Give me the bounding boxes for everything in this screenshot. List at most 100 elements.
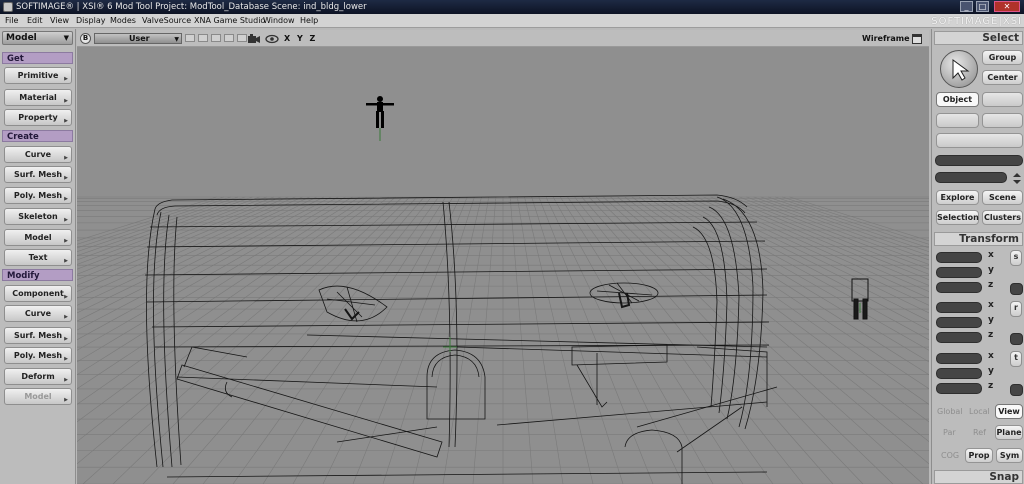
explore-button[interactable]: Explore bbox=[936, 190, 979, 205]
modify-surf-mesh-button[interactable]: Surf. Mesh ▶ bbox=[4, 327, 72, 344]
rotate-tool-button[interactable]: r bbox=[1010, 301, 1022, 317]
view-mode-button[interactable]: View bbox=[995, 404, 1023, 419]
get-material-button[interactable]: Material ▶ bbox=[4, 89, 72, 106]
eye-icon[interactable] bbox=[265, 33, 279, 45]
view-preset-slot[interactable] bbox=[185, 34, 195, 42]
select-center-button[interactable]: Center bbox=[982, 70, 1023, 85]
triangle-right-icon: ▶ bbox=[64, 98, 68, 104]
plane-mode-button[interactable]: Plane bbox=[995, 425, 1023, 440]
mode-select[interactable]: Model ▼ bbox=[2, 31, 73, 45]
menu-valvesource[interactable]: ValveSource bbox=[142, 16, 191, 26]
create-model-button[interactable]: Model ▶ bbox=[4, 229, 72, 246]
rotate-lock-toggle[interactable] bbox=[1010, 333, 1023, 345]
select-tool-button[interactable] bbox=[940, 50, 978, 88]
rotate-y-field[interactable] bbox=[936, 317, 982, 328]
hanging-prop bbox=[851, 278, 869, 320]
global-mode-option[interactable]: Global bbox=[937, 407, 963, 416]
menu-view[interactable]: View bbox=[50, 16, 69, 26]
minimize-button[interactable]: _ bbox=[960, 1, 973, 12]
viewport-letter-badge[interactable]: B bbox=[80, 33, 91, 44]
wireframe-scene[interactable] bbox=[77, 47, 929, 484]
menu-bar: File Edit View Display Modes ValveSource… bbox=[0, 14, 1024, 28]
translate-z-field[interactable] bbox=[936, 383, 982, 394]
camera-icon[interactable] bbox=[247, 33, 261, 45]
selection-name-field[interactable] bbox=[935, 155, 1023, 166]
rotate-x-label: x bbox=[988, 300, 994, 310]
view-preset-slot[interactable] bbox=[224, 34, 234, 42]
sym-button[interactable]: Sym bbox=[996, 448, 1023, 463]
selection-filter-field[interactable] bbox=[935, 172, 1007, 183]
select-filter-slot[interactable] bbox=[936, 133, 1023, 148]
button-label: Deform bbox=[21, 372, 55, 381]
create-text-button[interactable]: Text ▶ bbox=[4, 249, 72, 266]
cog-toggle[interactable]: COG bbox=[941, 451, 959, 460]
par-mode-option[interactable]: Par bbox=[943, 428, 956, 437]
clusters-button[interactable]: Clusters bbox=[982, 210, 1023, 225]
display-mode-label[interactable]: Wireframe bbox=[862, 34, 910, 43]
maximize-icon[interactable] bbox=[911, 33, 923, 45]
button-label: Curve bbox=[24, 150, 52, 159]
create-skeleton-button[interactable]: Skeleton ▶ bbox=[4, 208, 72, 225]
menu-window[interactable]: Window bbox=[263, 16, 295, 26]
rotate-x-field[interactable] bbox=[936, 302, 982, 313]
modify-curve-button[interactable]: Curve ▶ bbox=[4, 305, 72, 322]
ref-mode-option[interactable]: Ref bbox=[973, 428, 986, 437]
triangle-right-icon: ▶ bbox=[64, 118, 68, 124]
scale-x-field[interactable] bbox=[936, 252, 982, 263]
section-modify[interactable]: Modify bbox=[2, 269, 73, 281]
scale-tool-button[interactable]: s bbox=[1010, 250, 1022, 266]
spinner-arrows-icon[interactable] bbox=[1011, 172, 1023, 186]
select-panel-header[interactable]: Select bbox=[934, 31, 1023, 45]
menu-xna-game-studio[interactable]: XNA Game Studio bbox=[194, 16, 265, 26]
modify-component-button[interactable]: Component ▶ bbox=[4, 285, 72, 302]
modify-deform-button[interactable]: Deform ▶ bbox=[4, 368, 72, 385]
rotate-z-field[interactable] bbox=[936, 332, 982, 343]
local-mode-option[interactable]: Local bbox=[969, 407, 990, 416]
translate-x-field[interactable] bbox=[936, 353, 982, 364]
select-group-button[interactable]: Group bbox=[982, 50, 1023, 65]
chevron-down-icon: ▼ bbox=[174, 36, 179, 43]
camera-select[interactable]: User ▼ bbox=[94, 33, 182, 44]
select-filter-slot[interactable] bbox=[982, 113, 1023, 128]
modify-poly-mesh-button[interactable]: Poly. Mesh ▶ bbox=[4, 347, 72, 364]
select-filter-slot[interactable] bbox=[982, 92, 1023, 107]
prop-button[interactable]: Prop bbox=[965, 448, 993, 463]
selection-button[interactable]: Selection bbox=[936, 210, 979, 225]
button-label: Surf. Mesh bbox=[13, 331, 63, 340]
snap-panel-header[interactable]: Snap bbox=[934, 470, 1023, 484]
scene-button[interactable]: Scene bbox=[982, 190, 1023, 205]
modify-model-button[interactable]: Model ▶ bbox=[4, 388, 72, 405]
axis-labels[interactable]: X Y Z bbox=[284, 34, 317, 43]
cursor-arrow-icon bbox=[952, 59, 970, 81]
menu-display[interactable]: Display bbox=[76, 16, 106, 26]
view-preset-slot[interactable] bbox=[198, 34, 208, 42]
close-button[interactable]: ✕ bbox=[994, 1, 1020, 12]
menu-help[interactable]: Help bbox=[300, 16, 318, 26]
menu-edit[interactable]: Edit bbox=[27, 16, 43, 26]
get-primitive-button[interactable]: Primitive ▶ bbox=[4, 67, 72, 84]
button-label: Component bbox=[12, 289, 64, 298]
section-create[interactable]: Create bbox=[2, 130, 73, 142]
menu-modes[interactable]: Modes bbox=[110, 16, 136, 26]
scale-z-field[interactable] bbox=[936, 282, 982, 293]
translate-tool-button[interactable]: t bbox=[1010, 351, 1022, 367]
translate-y-field[interactable] bbox=[936, 368, 982, 379]
menu-file[interactable]: File bbox=[5, 16, 18, 26]
3d-viewport[interactable] bbox=[77, 47, 929, 484]
create-poly-mesh-button[interactable]: Poly. Mesh ▶ bbox=[4, 187, 72, 204]
scale-lock-toggle[interactable] bbox=[1010, 283, 1023, 295]
get-property-button[interactable]: Property ▶ bbox=[4, 109, 72, 126]
scale-y-field[interactable] bbox=[936, 267, 982, 278]
view-preset-slot[interactable] bbox=[211, 34, 221, 42]
maximize-button[interactable]: □ bbox=[976, 1, 989, 12]
view-preset-slot[interactable] bbox=[237, 34, 247, 42]
triangle-right-icon: ▶ bbox=[64, 336, 68, 342]
select-object-button[interactable]: Object bbox=[936, 92, 979, 107]
transform-panel-header[interactable]: Transform bbox=[934, 232, 1023, 246]
translate-lock-toggle[interactable] bbox=[1010, 384, 1023, 396]
app-icon[interactable] bbox=[3, 2, 13, 12]
select-filter-slot[interactable] bbox=[936, 113, 979, 128]
create-curve-button[interactable]: Curve ▶ bbox=[4, 146, 72, 163]
create-surf-mesh-button[interactable]: Surf. Mesh ▶ bbox=[4, 166, 72, 183]
section-get[interactable]: Get bbox=[2, 52, 73, 64]
